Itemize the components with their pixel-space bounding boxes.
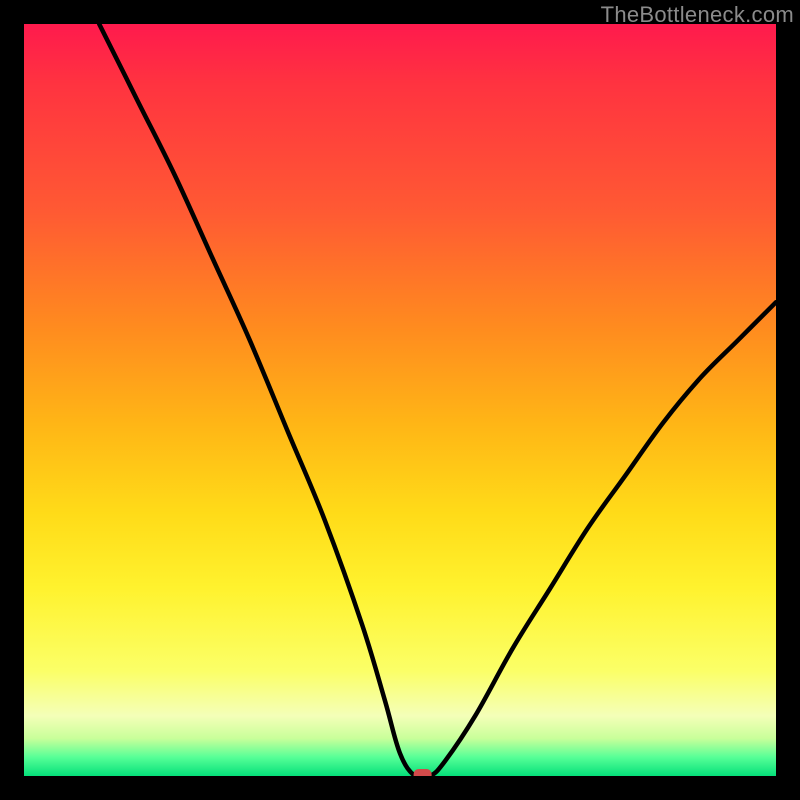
chart-frame: TheBottleneck.com (0, 0, 800, 800)
minimum-marker (414, 769, 432, 776)
bottleneck-curve (24, 24, 776, 776)
plot-area (24, 24, 776, 776)
